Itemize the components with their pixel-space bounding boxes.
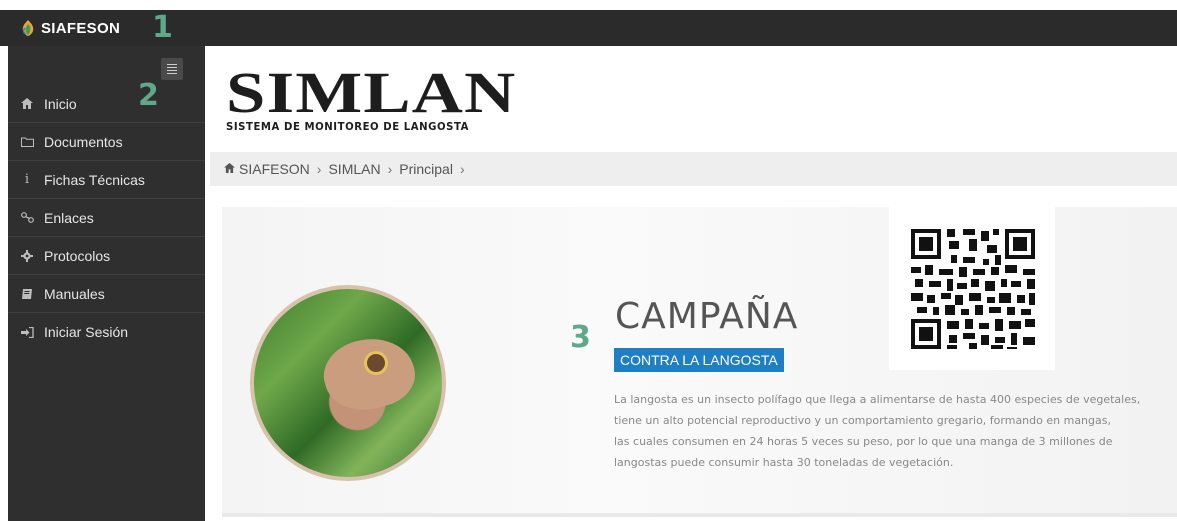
sidebar-item-fichas-tecnicas[interactable]: i Fichas Técnicas	[8, 161, 205, 199]
description-line: tiene un alto potencial reproductivo y u…	[614, 414, 1111, 427]
grasshopper-photo	[250, 285, 446, 481]
breadcrumb-item-principal[interactable]: Principal	[399, 161, 453, 177]
home-icon	[20, 98, 34, 109]
sidebar-item-label: Enlaces	[44, 209, 94, 226]
description-line: langostas puede consumir hasta 30 tonela…	[614, 456, 954, 469]
sidebar-item-label: Fichas Técnicas	[44, 171, 145, 188]
sidebar-item-label: Iniciar Sesión	[44, 324, 129, 340]
sidebar-item-iniciar-sesion[interactable]: Iniciar Sesión	[8, 313, 205, 351]
sidebar-item-protocolos[interactable]: Protocolos	[8, 237, 205, 275]
top-bar: SIAFESON	[0, 10, 1177, 46]
sidebar-item-manuales[interactable]: Manuales	[8, 275, 205, 313]
annotation-marker-2: 2	[138, 78, 159, 113]
logo-subtitle: SISTEMA DE MONITOREO DE LANGOSTA	[226, 120, 470, 133]
sidebar-item-label: Manuales	[44, 285, 105, 302]
home-icon	[224, 162, 235, 176]
annotation-marker-1: 1	[152, 10, 173, 45]
book-icon	[20, 288, 34, 300]
siafeson-logo-icon	[22, 20, 34, 36]
sign-in-icon	[20, 326, 34, 338]
sidebar-item-label: Inicio	[44, 95, 77, 112]
description-line: La langosta es un insecto polífago que l…	[614, 393, 1141, 406]
breadcrumb-item-siafeson[interactable]: SIAFESON	[239, 161, 310, 177]
breadcrumb-separator: ›	[459, 161, 465, 177]
brand-name: SIAFESON	[41, 19, 121, 37]
qr-code-image	[911, 229, 1035, 349]
link-icon	[20, 212, 34, 223]
sidebar-toggle-button[interactable]	[161, 58, 183, 80]
breadcrumb-item-simlan[interactable]: SIMLAN	[328, 161, 380, 177]
sidebar-item-label: Documentos	[44, 133, 123, 150]
qr-code	[889, 207, 1055, 370]
campaign-tag: CONTRA LA LANGOSTA	[614, 348, 784, 372]
breadcrumb-separator: ›	[316, 161, 322, 177]
sidebar-item-documentos[interactable]: Documentos	[8, 123, 205, 161]
sidebar: Inicio Documentos i Fichas Técnicas Enla…	[8, 46, 205, 521]
gear-icon	[20, 249, 34, 262]
sidebar-item-enlaces[interactable]: Enlaces	[8, 199, 205, 237]
campaign-description: La langosta es un insecto polífago que l…	[614, 389, 1154, 473]
logo-title: SIMLAN	[226, 60, 517, 125]
campaign-title: CAMPAÑA	[615, 296, 799, 337]
sidebar-nav: Inicio Documentos i Fichas Técnicas Enla…	[8, 85, 205, 351]
breadcrumb: SIAFESON › SIMLAN › Principal ›	[210, 152, 1177, 186]
brand[interactable]: SIAFESON	[20, 10, 120, 46]
folder-icon	[20, 137, 34, 147]
description-line: las cuales consumen en 24 horas 5 veces …	[614, 435, 1113, 448]
annotation-marker-3: 3	[570, 320, 591, 355]
sidebar-item-inicio[interactable]: Inicio	[8, 85, 205, 123]
breadcrumb-separator: ›	[387, 161, 393, 177]
info-icon: i	[24, 172, 30, 187]
simlan-logo[interactable]: SIMLAN SISTEMA DE MONITOREO DE LANGOSTA	[226, 64, 515, 134]
menu-icon	[167, 64, 177, 65]
sidebar-item-label: Protocolos	[44, 247, 111, 264]
